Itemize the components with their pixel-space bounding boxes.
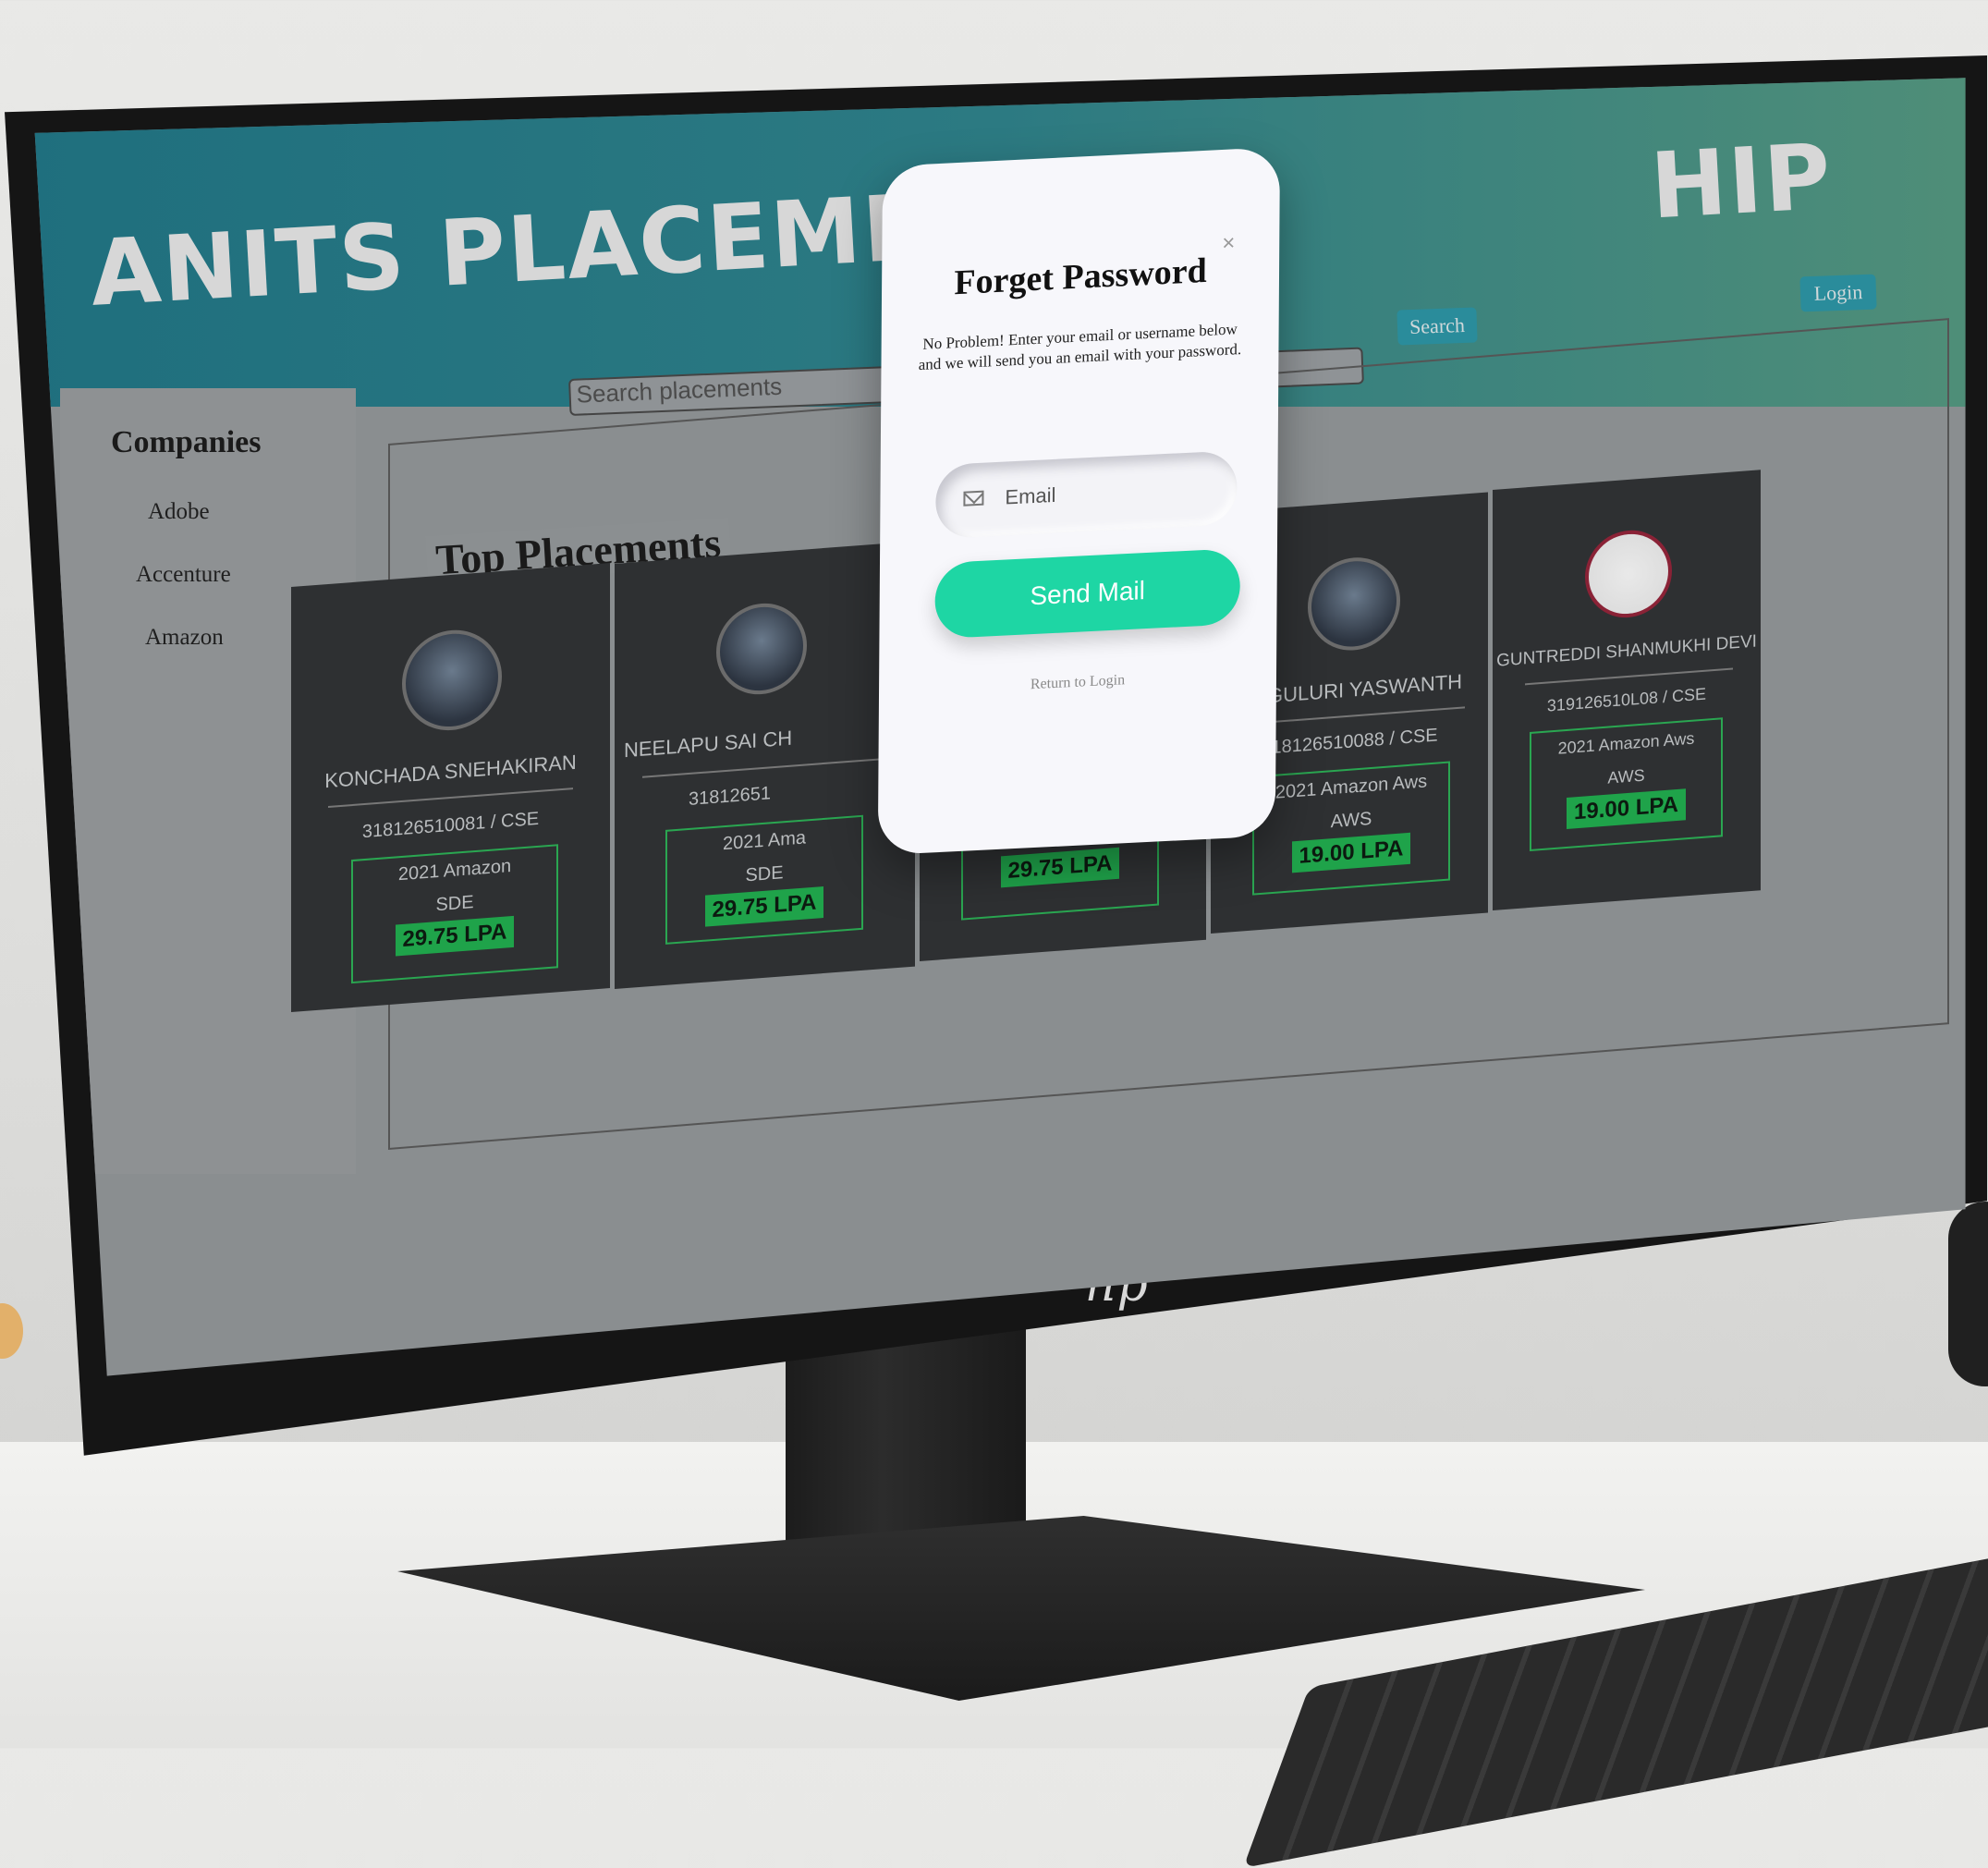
return-to-login-link[interactable]: Return to Login: [879, 665, 1276, 701]
offer-box: 2021 Amazon Aws AWS 19.00 LPA: [1530, 717, 1723, 851]
hand: [0, 1303, 23, 1359]
divider: [328, 787, 573, 808]
divider: [1525, 667, 1733, 686]
offer-box: 2021 Amazon Aws AWS 19.00 LPA: [1252, 761, 1450, 896]
modal-title: Forget Password: [954, 250, 1207, 303]
sidebar-item-adobe[interactable]: Adobe: [148, 499, 210, 525]
sidebar-item-accenture[interactable]: Accenture: [136, 562, 231, 588]
placement-card[interactable]: GUNTREDDI SHANMUKHI DEVI 319126510L08 / …: [1493, 470, 1761, 910]
search-button[interactable]: Search: [1396, 307, 1478, 346]
avatar: [402, 626, 502, 734]
forget-password-modal: × Forget Password No Problem! Enter your…: [877, 146, 1280, 856]
email-field[interactable]: Email: [935, 450, 1238, 540]
modal-description: No Problem! Enter your email or username…: [918, 320, 1242, 374]
avatar: [1585, 527, 1672, 621]
sidebar-item-amazon[interactable]: Amazon: [145, 625, 224, 651]
offer-box: 2021 Amazon SDE 29.75 LPA: [351, 844, 558, 984]
placement-card[interactable]: KONCHADA SNEHAKIRAN 318126510081 / CSE 2…: [291, 563, 610, 1012]
roll-number: 318126510081 / CSE: [361, 808, 540, 843]
divider: [642, 757, 887, 778]
offer-box: 2021 Ama SDE 29.75 LPA: [665, 814, 863, 945]
headphones: [1948, 1202, 1988, 1386]
roll-number: 319126510L08 / CSE: [1546, 684, 1707, 715]
avatar: [716, 600, 807, 698]
search-placeholder: Search placements: [576, 372, 783, 409]
email-placeholder: Email: [1005, 482, 1056, 509]
avatar: [1308, 554, 1400, 654]
login-button[interactable]: Login: [1799, 274, 1877, 312]
mail-icon: [963, 490, 984, 507]
placement-card[interactable]: NEELAPU SAI CH 31812651 2021 Ama SDE 29.…: [615, 541, 915, 989]
student-name: GUNTREDDI SHANMUKHI DEVI: [1496, 631, 1757, 671]
send-mail-button[interactable]: Send Mail: [934, 548, 1240, 640]
sidebar-title: Companies: [111, 425, 262, 459]
